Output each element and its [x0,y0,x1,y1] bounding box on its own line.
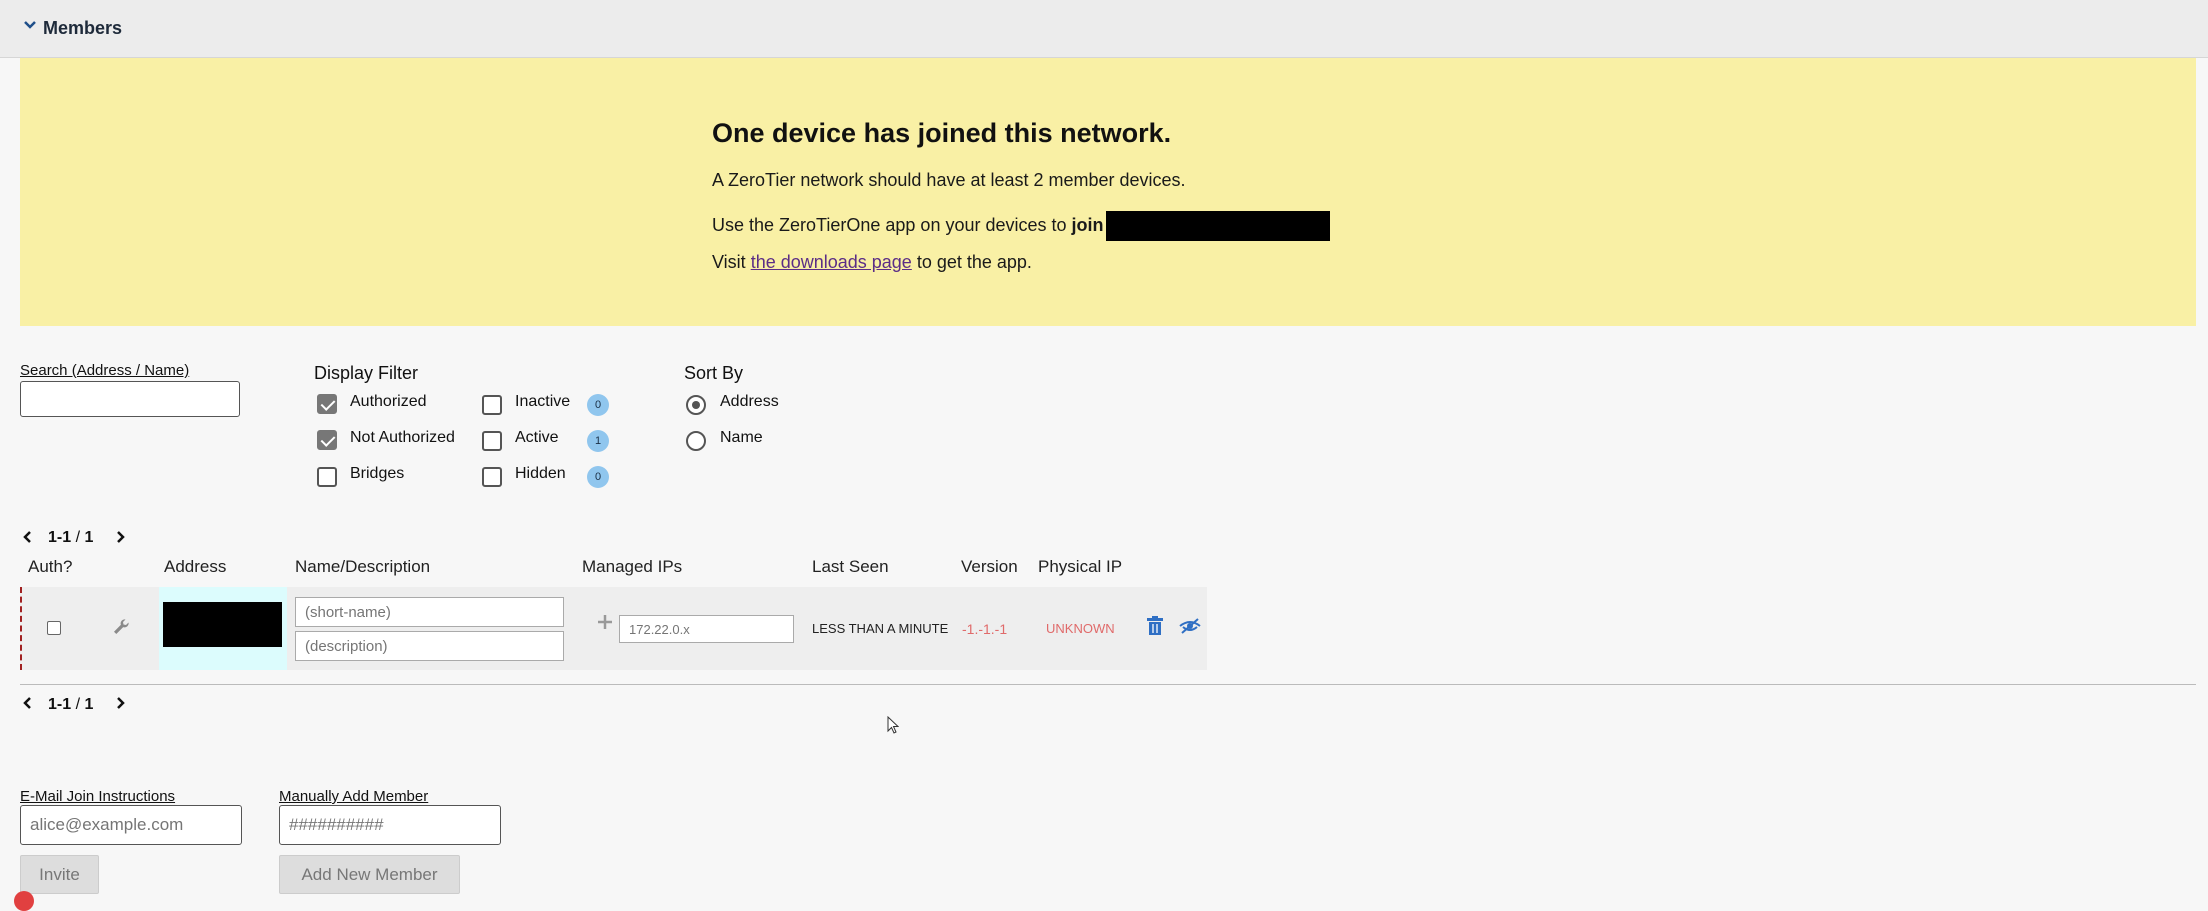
managed-ip-input[interactable] [619,615,794,643]
downloads-page-link[interactable]: the downloads page [751,252,912,272]
redacted-network-id [1105,211,1330,241]
bridges-label: Bridges [350,465,405,482]
pager-bottom: 1-1 / 1 [48,696,93,714]
sort-by-label: Sort By [684,363,744,383]
authorized-label: Authorized [350,393,427,410]
pager-range: 1-1 [48,529,72,546]
display-filter-label: Display Filter [314,363,419,383]
inactive-count-badge: 0 [587,394,609,416]
inactive-label: Inactive [515,393,571,410]
table-row: LESS THAN A MINUTE -1.-1.-1 UNKNOWN [20,587,1207,670]
pager-bottom-separator: / [71,696,85,713]
member-version: -1.-1.-1 [962,621,1008,637]
invite-button[interactable]: Invite [20,855,99,894]
notice-panel: One device has joined this network. A Ze… [20,58,2196,326]
col-version: Version [961,557,1018,576]
inactive-checkbox[interactable] [482,395,502,415]
next-page-bottom-icon[interactable] [114,697,126,709]
notice-join-prefix: Use the ZeroTierOne app on your devices … [712,214,1072,235]
chevron-down-icon [24,21,36,29]
notice-line-member-count: A ZeroTier network should have at least … [712,170,1186,190]
notice-visit-suffix: to get the app. [911,252,1032,272]
member-physical-ip: UNKNOWN [1046,621,1115,636]
sort-address-label: Address [720,393,779,410]
next-page-icon[interactable] [114,531,126,543]
notice-visit-prefix: Visit [712,252,751,272]
authorized-checkbox[interactable] [317,394,337,414]
col-auth: Auth? [28,557,73,576]
sort-address-radio[interactable] [686,395,706,415]
active-label: Active [515,429,559,446]
not-authorized-label: Not Authorized [350,429,455,446]
notice-line-join: Use the ZeroTierOne app on your devices … [712,211,1330,241]
prev-page-icon[interactable] [22,531,34,543]
pager-bottom-range: 1-1 [48,696,72,713]
pager-total: 1 [84,529,94,546]
col-managed-ips: Managed IPs [582,557,683,576]
pager-bottom-total: 1 [84,696,94,713]
member-auth-checkbox[interactable] [47,621,61,635]
notice-title: One device has joined this network. [712,118,1172,148]
col-physical-ip: Physical IP [1038,557,1123,576]
manual-add-label: Manually Add Member [279,788,429,805]
add-ip-icon[interactable] [597,614,613,630]
search-input[interactable] [20,381,240,417]
notice-join-bold: join [1071,214,1104,235]
hidden-checkbox[interactable] [482,467,502,487]
trash-icon[interactable] [1146,616,1164,636]
member-short-name-input[interactable] [295,597,564,627]
bridges-checkbox[interactable] [317,467,337,487]
email-invite-label: E-Mail Join Instructions [20,788,176,805]
email-field[interactable] [20,805,242,845]
notice-line-downloads: Visit the downloads page to get the app. [712,252,1032,273]
member-address-cell [159,587,287,670]
not-authorized-checkbox[interactable] [317,430,337,450]
sort-name-label: Name [720,429,763,446]
section-title: Members [43,18,123,38]
hide-member-icon[interactable] [1179,617,1201,635]
pager-top: 1-1 / 1 [48,529,93,547]
redacted-member-address [163,602,282,647]
sort-name-radio[interactable] [686,431,706,451]
col-name: Name/Description [295,557,431,576]
member-description-input[interactable] [295,631,564,661]
add-new-member-button[interactable]: Add New Member [279,855,460,894]
notification-dot [14,891,34,911]
col-last-seen: Last Seen [812,557,889,576]
mouse-cursor-icon [887,716,899,734]
col-address: Address [164,557,227,576]
active-count-badge: 1 [587,430,609,452]
member-last-seen: LESS THAN A MINUTE [812,621,949,636]
search-label: Search (Address / Name) [20,362,190,379]
hidden-label: Hidden [515,465,566,482]
prev-page-bottom-icon[interactable] [22,697,34,709]
members-section-header[interactable]: Members [0,0,2208,58]
active-checkbox[interactable] [482,431,502,451]
table-divider [20,684,2196,685]
hidden-count-badge: 0 [587,466,609,488]
wrench-icon[interactable] [111,617,131,637]
member-id-field[interactable] [279,805,501,845]
pager-separator: / [71,529,85,546]
